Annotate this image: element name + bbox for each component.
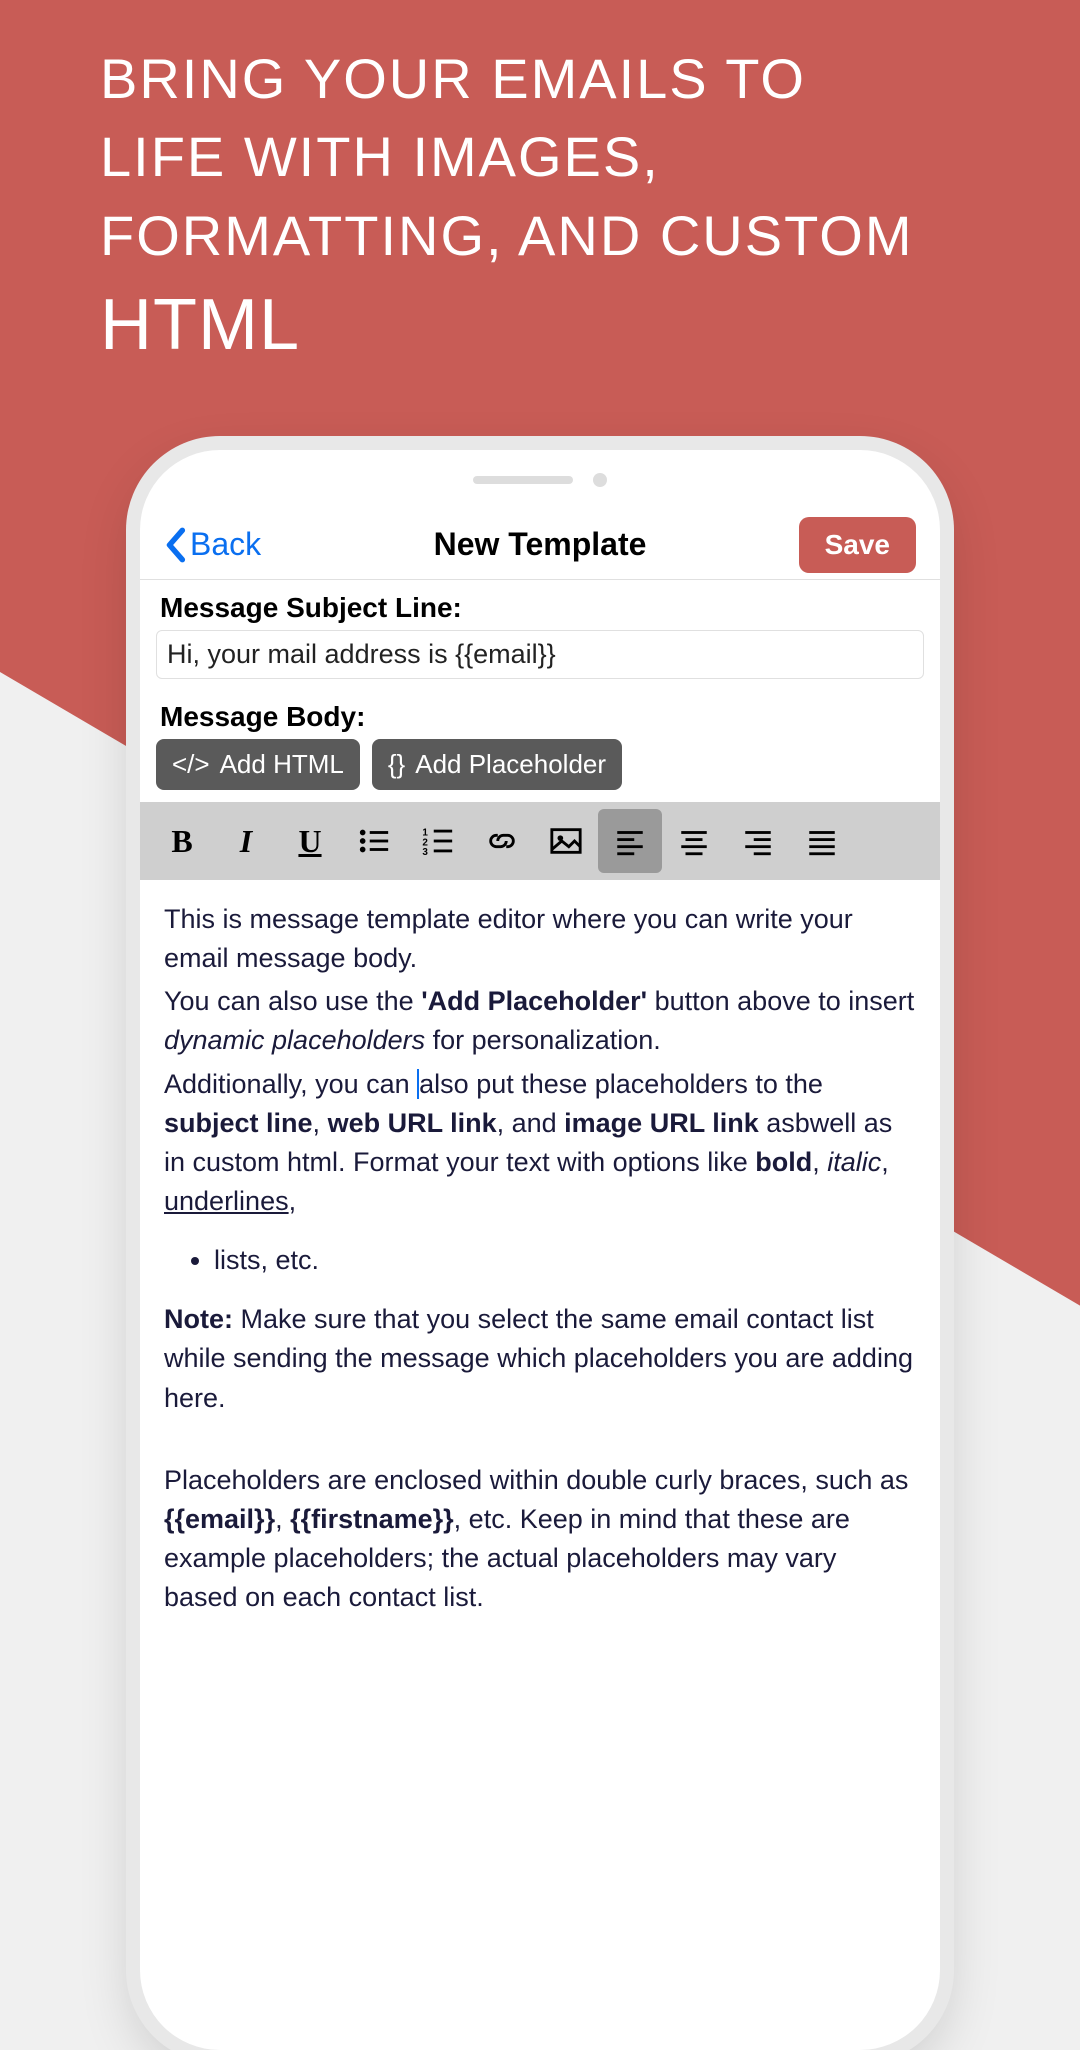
chevron-left-icon	[164, 526, 186, 564]
save-button[interactable]: Save	[799, 517, 916, 573]
image-button[interactable]	[534, 809, 598, 873]
back-label: Back	[190, 526, 261, 563]
subject-input[interactable]: Hi, your mail address is {{email}}	[156, 630, 924, 679]
subject-label: Message Subject Line:	[140, 580, 940, 630]
list-item: lists, etc.	[214, 1241, 916, 1280]
phone-notch	[140, 450, 940, 510]
body-label: Message Body:	[140, 689, 940, 739]
numbered-list-button[interactable]: 123	[406, 809, 470, 873]
braces-icon: {}	[388, 749, 405, 780]
phone-frame: Back New Template Save Message Subject L…	[140, 450, 940, 2050]
back-button[interactable]: Back	[164, 526, 261, 564]
navbar: Back New Template Save	[140, 510, 940, 580]
page-title: New Template	[434, 526, 647, 563]
align-right-button[interactable]	[726, 809, 790, 873]
code-icon: </>	[172, 749, 210, 780]
headline-line: HTML	[100, 285, 300, 365]
add-html-label: Add HTML	[220, 749, 344, 780]
speaker-icon	[473, 476, 573, 484]
align-justify-button[interactable]	[790, 809, 854, 873]
promo-headline: Bring your emails to life with images, f…	[100, 40, 1000, 376]
add-html-button[interactable]: </> Add HTML	[156, 739, 360, 790]
headline-line: formatting, and custom	[100, 204, 913, 267]
italic-button[interactable]: I	[214, 809, 278, 873]
svg-text:3: 3	[422, 847, 428, 858]
bullet-list-button[interactable]	[342, 809, 406, 873]
body-list: lists, etc.	[214, 1241, 916, 1280]
body-paragraph: Additionally, you can also put these pla…	[164, 1065, 916, 1222]
body-button-row: </> Add HTML {} Add Placeholder	[140, 739, 940, 802]
add-placeholder-label: Add Placeholder	[415, 749, 606, 780]
align-center-button[interactable]	[662, 809, 726, 873]
headline-line: life with images,	[100, 125, 660, 188]
body-paragraph: Placeholders are enclosed within double …	[164, 1461, 916, 1618]
body-paragraph: This is message template editor where yo…	[164, 900, 916, 978]
body-paragraph: Note: Make sure that you select the same…	[164, 1300, 916, 1417]
headline-line: Bring your emails to	[100, 47, 806, 110]
bold-button[interactable]: B	[150, 809, 214, 873]
align-left-button[interactable]	[598, 809, 662, 873]
link-button[interactable]	[470, 809, 534, 873]
underline-button[interactable]: U	[278, 809, 342, 873]
body-paragraph: You can also use the 'Add Placeholder' b…	[164, 982, 916, 1060]
editor-body[interactable]: This is message template editor where yo…	[140, 880, 940, 1641]
camera-icon	[593, 473, 607, 487]
format-toolbar: B I U 123	[140, 802, 940, 880]
add-placeholder-button[interactable]: {} Add Placeholder	[372, 739, 622, 790]
